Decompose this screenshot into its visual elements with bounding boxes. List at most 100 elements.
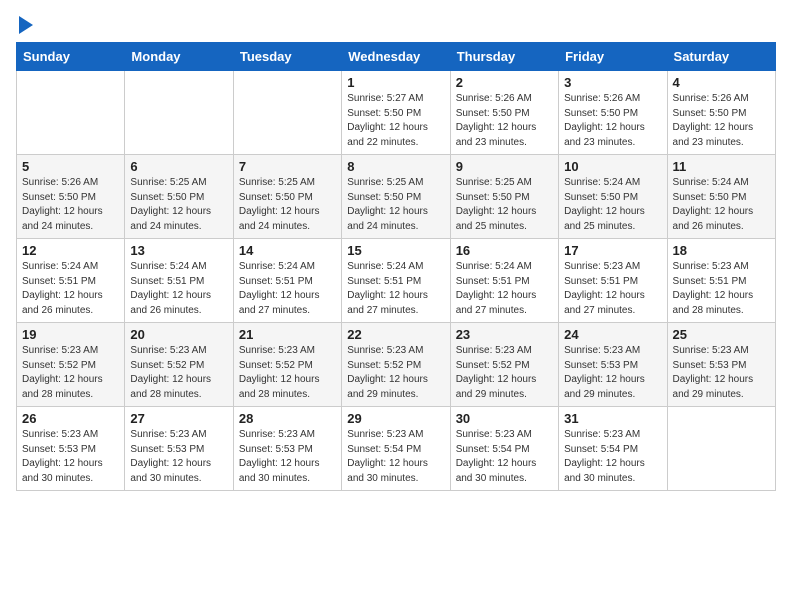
logo	[16, 16, 33, 34]
day-info: Sunrise: 5:23 AM Sunset: 5:53 PM Dayligh…	[673, 344, 770, 402]
day-number: 2	[456, 75, 553, 90]
calendar-cell: 28 Sunrise: 5:23 AM Sunset: 5:53 PM Dayli…	[233, 407, 341, 491]
calendar-cell: 16 Sunrise: 5:24 AM Sunset: 5:51 PM Dayli…	[450, 239, 558, 323]
calendar-cell: 12 Sunrise: 5:24 AM Sunset: 5:51 PM Dayli…	[17, 239, 125, 323]
day-number: 18	[673, 243, 770, 258]
calendar-cell: 26 Sunrise: 5:23 AM Sunset: 5:53 PM Dayli…	[17, 407, 125, 491]
day-number: 15	[347, 243, 444, 258]
day-info: Sunrise: 5:25 AM Sunset: 5:50 PM Dayligh…	[347, 176, 444, 234]
col-header-wednesday: Wednesday	[342, 43, 450, 71]
day-info: Sunrise: 5:25 AM Sunset: 5:50 PM Dayligh…	[456, 176, 553, 234]
day-number: 26	[22, 411, 119, 426]
day-number: 25	[673, 327, 770, 342]
col-header-thursday: Thursday	[450, 43, 558, 71]
calendar-cell	[667, 407, 775, 491]
calendar-cell: 2 Sunrise: 5:26 AM Sunset: 5:50 PM Daylig…	[450, 71, 558, 155]
day-number: 3	[564, 75, 661, 90]
day-number: 30	[456, 411, 553, 426]
calendar-cell: 18Sunrise: 5:23 AM Sunset: 5:51 PM Dayli…	[667, 239, 775, 323]
day-info: Sunrise: 5:24 AM Sunset: 5:50 PM Dayligh…	[673, 176, 770, 234]
day-info: Sunrise: 5:23 AM Sunset: 5:52 PM Dayligh…	[239, 344, 336, 402]
calendar-cell: 21Sunrise: 5:23 AM Sunset: 5:52 PM Dayli…	[233, 323, 341, 407]
day-info: Sunrise: 5:26 AM Sunset: 5:50 PM Dayligh…	[22, 176, 119, 234]
day-number: 31	[564, 411, 661, 426]
calendar-cell: 19 Sunrise: 5:23 AM Sunset: 5:52 PM Dayli…	[17, 323, 125, 407]
day-info: Sunrise: 5:24 AM Sunset: 5:51 PM Dayligh…	[130, 260, 227, 318]
calendar-cell	[17, 71, 125, 155]
calendar-table: SundayMondayTuesdayWednesdayThursdayFrid…	[16, 42, 776, 491]
day-info: Sunrise: 5:23 AM Sunset: 5:54 PM Dayligh…	[456, 428, 553, 486]
day-number: 13	[130, 243, 227, 258]
day-info: Sunrise: 5:24 AM Sunset: 5:51 PM Dayligh…	[22, 260, 119, 318]
calendar-cell: 1 Sunrise: 5:27 AM Sunset: 5:50 PM Daylig…	[342, 71, 450, 155]
calendar-cell: 15 Sunrise: 5:24 AM Sunset: 5:51 PM Dayli…	[342, 239, 450, 323]
calendar-cell: 31 Sunrise: 5:23 AM Sunset: 5:54 PM Dayli…	[559, 407, 667, 491]
page-header	[16, 16, 776, 34]
day-info: Sunrise: 5:27 AM Sunset: 5:50 PM Dayligh…	[347, 92, 444, 150]
day-info: Sunrise: 5:26 AM Sunset: 5:50 PM Dayligh…	[673, 92, 770, 150]
col-header-sunday: Sunday	[17, 43, 125, 71]
day-info: Sunrise: 5:23 AM Sunset: 5:52 PM Dayligh…	[130, 344, 227, 402]
day-info: Sunrise: 5:23 AM Sunset: 5:53 PM Dayligh…	[239, 428, 336, 486]
calendar-cell: 7 Sunrise: 5:25 AM Sunset: 5:50 PM Daylig…	[233, 155, 341, 239]
day-info: Sunrise: 5:23 AM Sunset: 5:53 PM Dayligh…	[564, 344, 661, 402]
day-number: 28	[239, 411, 336, 426]
day-info: Sunrise: 5:23 AM Sunset: 5:54 PM Dayligh…	[564, 428, 661, 486]
day-info: Sunrise: 5:23 AM Sunset: 5:52 PM Dayligh…	[22, 344, 119, 402]
calendar-cell: 22 Sunrise: 5:23 AM Sunset: 5:52 PM Dayli…	[342, 323, 450, 407]
day-number: 5	[22, 159, 119, 174]
calendar-cell: 20 Sunrise: 5:23 AM Sunset: 5:52 PM Dayli…	[125, 323, 233, 407]
col-header-monday: Monday	[125, 43, 233, 71]
calendar-cell: 25 Sunrise: 5:23 AM Sunset: 5:53 PM Dayli…	[667, 323, 775, 407]
week-row-2: 5 Sunrise: 5:26 AM Sunset: 5:50 PM Daylig…	[17, 155, 776, 239]
day-info: Sunrise: 5:23 AM Sunset: 5:53 PM Dayligh…	[130, 428, 227, 486]
day-number: 7	[239, 159, 336, 174]
calendar-cell: 4 Sunrise: 5:26 AM Sunset: 5:50 PM Daylig…	[667, 71, 775, 155]
day-number: 8	[347, 159, 444, 174]
day-number: 22	[347, 327, 444, 342]
day-number: 11	[673, 159, 770, 174]
calendar-cell: 14Sunrise: 5:24 AM Sunset: 5:51 PM Dayli…	[233, 239, 341, 323]
week-row-4: 19 Sunrise: 5:23 AM Sunset: 5:52 PM Dayli…	[17, 323, 776, 407]
day-number: 4	[673, 75, 770, 90]
calendar-cell: 24Sunrise: 5:23 AM Sunset: 5:53 PM Dayli…	[559, 323, 667, 407]
calendar-cell: 27 Sunrise: 5:23 AM Sunset: 5:53 PM Dayli…	[125, 407, 233, 491]
calendar-cell: 10 Sunrise: 5:24 AM Sunset: 5:50 PM Dayli…	[559, 155, 667, 239]
day-info: Sunrise: 5:25 AM Sunset: 5:50 PM Dayligh…	[130, 176, 227, 234]
day-info: Sunrise: 5:23 AM Sunset: 5:52 PM Dayligh…	[347, 344, 444, 402]
calendar-cell	[125, 71, 233, 155]
week-row-1: 1 Sunrise: 5:27 AM Sunset: 5:50 PM Daylig…	[17, 71, 776, 155]
day-number: 1	[347, 75, 444, 90]
day-info: Sunrise: 5:24 AM Sunset: 5:51 PM Dayligh…	[347, 260, 444, 318]
calendar-cell: 13 Sunrise: 5:24 AM Sunset: 5:51 PM Dayli…	[125, 239, 233, 323]
day-info: Sunrise: 5:26 AM Sunset: 5:50 PM Dayligh…	[564, 92, 661, 150]
day-info: Sunrise: 5:25 AM Sunset: 5:50 PM Dayligh…	[239, 176, 336, 234]
day-number: 23	[456, 327, 553, 342]
day-number: 20	[130, 327, 227, 342]
calendar-cell: 29Sunrise: 5:23 AM Sunset: 5:54 PM Dayli…	[342, 407, 450, 491]
calendar-cell: 30 Sunrise: 5:23 AM Sunset: 5:54 PM Dayli…	[450, 407, 558, 491]
day-number: 9	[456, 159, 553, 174]
day-info: Sunrise: 5:24 AM Sunset: 5:51 PM Dayligh…	[456, 260, 553, 318]
day-number: 6	[130, 159, 227, 174]
calendar-cell: 8 Sunrise: 5:25 AM Sunset: 5:50 PM Daylig…	[342, 155, 450, 239]
day-number: 10	[564, 159, 661, 174]
day-number: 12	[22, 243, 119, 258]
calendar-cell: 17Sunrise: 5:23 AM Sunset: 5:51 PM Dayli…	[559, 239, 667, 323]
day-info: Sunrise: 5:26 AM Sunset: 5:50 PM Dayligh…	[456, 92, 553, 150]
col-header-saturday: Saturday	[667, 43, 775, 71]
day-number: 29	[347, 411, 444, 426]
day-info: Sunrise: 5:24 AM Sunset: 5:50 PM Dayligh…	[564, 176, 661, 234]
day-info: Sunrise: 5:23 AM Sunset: 5:53 PM Dayligh…	[22, 428, 119, 486]
calendar-cell: 23Sunrise: 5:23 AM Sunset: 5:52 PM Dayli…	[450, 323, 558, 407]
col-header-friday: Friday	[559, 43, 667, 71]
week-row-3: 12 Sunrise: 5:24 AM Sunset: 5:51 PM Dayli…	[17, 239, 776, 323]
day-number: 16	[456, 243, 553, 258]
day-info: Sunrise: 5:23 AM Sunset: 5:51 PM Dayligh…	[564, 260, 661, 318]
day-number: 19	[22, 327, 119, 342]
day-number: 27	[130, 411, 227, 426]
calendar-cell: 9 Sunrise: 5:25 AM Sunset: 5:50 PM Daylig…	[450, 155, 558, 239]
calendar-cell: 3 Sunrise: 5:26 AM Sunset: 5:50 PM Daylig…	[559, 71, 667, 155]
day-number: 14	[239, 243, 336, 258]
logo-arrow-icon	[19, 16, 33, 34]
